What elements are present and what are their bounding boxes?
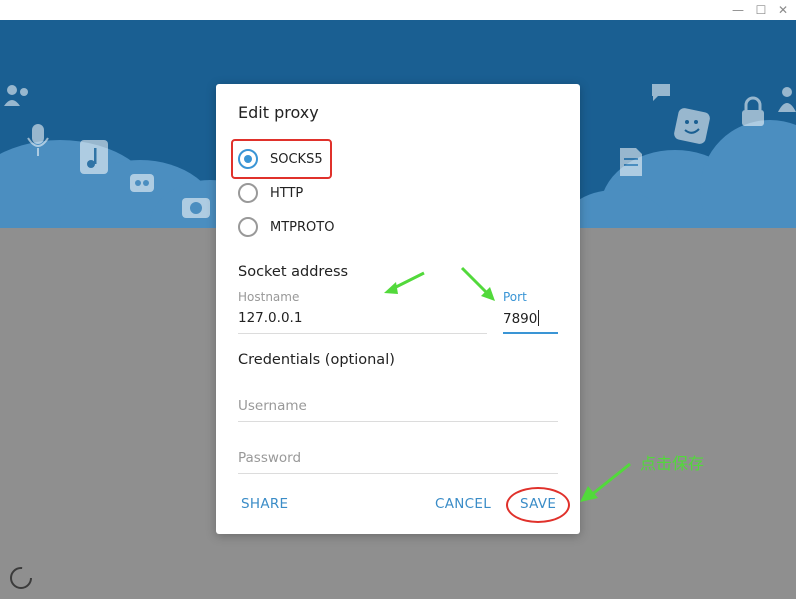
username-underline bbox=[238, 421, 558, 422]
hostname-underline bbox=[238, 333, 487, 334]
loading-spinner-icon bbox=[10, 567, 32, 589]
music-note-icon bbox=[80, 140, 108, 174]
password-input[interactable]: Password bbox=[238, 450, 301, 466]
dialog-title: Edit proxy bbox=[238, 103, 319, 122]
arrow-to-port-icon bbox=[460, 266, 495, 301]
port-input[interactable]: 7890 bbox=[503, 310, 540, 327]
radio-label-mtproto: MTPROTO bbox=[270, 219, 335, 235]
radio-unchecked-icon[interactable] bbox=[238, 217, 258, 237]
minimize-button[interactable]: — bbox=[730, 2, 746, 18]
port-value: 7890 bbox=[503, 311, 538, 327]
port-underline bbox=[503, 332, 558, 334]
hostname-label: Hostname bbox=[238, 290, 300, 304]
window-titlebar: — ☐ ✕ bbox=[0, 0, 796, 20]
lock-icon bbox=[742, 96, 764, 126]
save-highlight-ellipse bbox=[506, 487, 570, 523]
chat-bubble-icon bbox=[652, 84, 670, 101]
text-caret bbox=[538, 310, 540, 326]
credentials-heading: Credentials (optional) bbox=[238, 352, 395, 368]
radio-http[interactable]: HTTP bbox=[238, 182, 303, 204]
radio-mtproto[interactable]: MTPROTO bbox=[238, 216, 334, 238]
radio-label-http: HTTP bbox=[270, 185, 304, 201]
username-input[interactable]: Username bbox=[238, 398, 307, 414]
radio-unchecked-icon[interactable] bbox=[238, 183, 258, 203]
robot-icon bbox=[130, 174, 154, 192]
socks5-highlight-box bbox=[231, 139, 332, 179]
arrow-to-save-icon bbox=[580, 462, 631, 502]
close-button[interactable]: ✕ bbox=[775, 2, 791, 18]
person-icon bbox=[778, 87, 796, 112]
people-icon bbox=[4, 85, 28, 106]
port-label: Port bbox=[503, 290, 527, 304]
save-hint-annotation: 点击保存 bbox=[640, 454, 705, 473]
microphone-icon bbox=[27, 124, 49, 156]
camera-icon bbox=[182, 198, 210, 218]
maximize-button[interactable]: ☐ bbox=[753, 2, 769, 18]
password-underline bbox=[238, 473, 558, 474]
socket-address-heading: Socket address bbox=[238, 264, 349, 280]
arrow-to-hostname-icon bbox=[384, 271, 425, 294]
sticker-icon bbox=[674, 108, 710, 144]
share-button[interactable]: SHARE bbox=[241, 496, 288, 512]
cancel-button[interactable]: CANCEL bbox=[435, 496, 491, 512]
document-icon bbox=[620, 148, 642, 176]
hostname-input[interactable]: 127.0.0.1 bbox=[238, 310, 302, 326]
